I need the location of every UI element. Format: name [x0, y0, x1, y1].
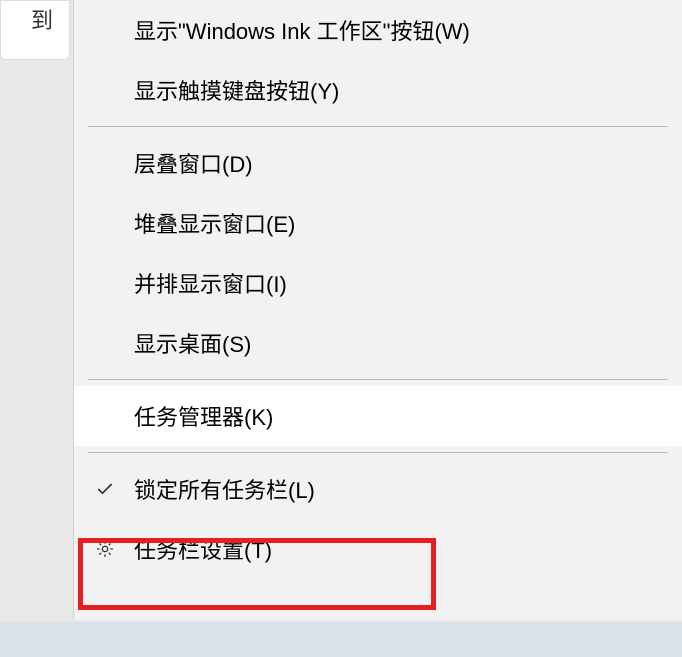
menu-item-stack-windows[interactable]: 堆叠显示窗口(E) [74, 193, 682, 253]
menu-item-show-touch-keyboard[interactable]: 显示触摸键盘按钮(Y) [74, 60, 682, 120]
menu-separator [88, 452, 668, 453]
background-fragment: 到 [0, 0, 70, 60]
taskbar-context-menu: 显示"Windows Ink 工作区"按钮(W) 显示触摸键盘按钮(Y) 层叠窗… [73, 0, 682, 620]
menu-item-lock-taskbars[interactable]: 锁定所有任务栏(L) [74, 459, 682, 519]
menu-item-label: 任务管理器(K) [134, 400, 273, 432]
menu-item-show-desktop[interactable]: 显示桌面(S) [74, 313, 682, 373]
menu-item-label: 显示桌面(S) [134, 327, 251, 359]
menu-item-label: 层叠窗口(D) [134, 147, 253, 179]
menu-item-label: 显示触摸键盘按钮(Y) [134, 74, 339, 106]
menu-item-label: 显示"Windows Ink 工作区"按钮(W) [134, 14, 470, 46]
menu-item-show-ink-workspace[interactable]: 显示"Windows Ink 工作区"按钮(W) [74, 0, 682, 60]
menu-item-label: 任务栏设置(T) [134, 533, 272, 565]
checkmark-icon [94, 478, 116, 500]
menu-item-task-manager[interactable]: 任务管理器(K) [74, 386, 682, 446]
menu-separator [88, 379, 668, 380]
menu-item-label: 锁定所有任务栏(L) [134, 473, 315, 505]
menu-item-cascade-windows[interactable]: 层叠窗口(D) [74, 133, 682, 193]
gear-icon [94, 538, 116, 560]
menu-item-label: 并排显示窗口(I) [134, 267, 287, 299]
background-band [0, 622, 682, 657]
menu-item-side-by-side-windows[interactable]: 并排显示窗口(I) [74, 253, 682, 313]
menu-separator [88, 126, 668, 127]
menu-item-label: 堆叠显示窗口(E) [134, 207, 295, 239]
menu-item-taskbar-settings[interactable]: 任务栏设置(T) [74, 519, 682, 579]
